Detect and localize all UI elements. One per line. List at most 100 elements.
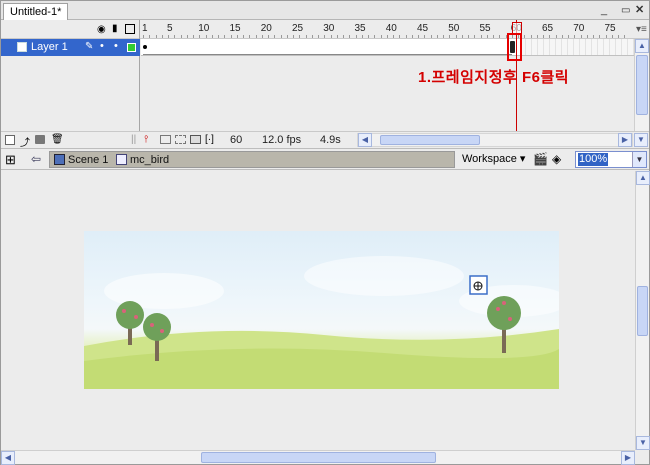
ruler-tick	[143, 35, 144, 38]
stage-hscroll-thumb[interactable]	[201, 452, 436, 463]
layer-name: Layer 1	[31, 41, 68, 53]
ruler-tick	[443, 35, 444, 38]
breadcrumb: Scene 1 mc_bird	[49, 151, 455, 168]
ruler-tick	[536, 35, 538, 38]
folder-icon[interactable]	[35, 135, 45, 144]
stage-scroll-down-icon[interactable]: ▼	[636, 436, 650, 450]
workspace-label: Workspace	[462, 153, 517, 165]
landscape-illustration	[84, 256, 559, 389]
ruler-tick	[274, 35, 276, 38]
edit-bar: ⊞ ⇦ Scene 1 mc_bird Workspace ▾ 🎬 ◈ 100%…	[1, 148, 649, 170]
close-icon[interactable]: ✕	[635, 4, 644, 17]
frame-number: 25	[292, 23, 304, 34]
onion-outline-icon[interactable]	[175, 135, 186, 144]
ruler-tick	[624, 35, 626, 38]
edit-multiple-frames-icon[interactable]	[190, 135, 201, 144]
breadcrumb-symbol[interactable]: mc_bird	[130, 153, 169, 167]
frame-number: 35	[354, 23, 366, 34]
movieclip-icon	[116, 154, 127, 165]
restore-icon[interactable]: ▭	[621, 4, 630, 17]
zoom-value: 100%	[578, 153, 609, 166]
onion-skin-icon[interactable]	[160, 135, 171, 144]
scroll-thumb[interactable]	[636, 55, 648, 115]
motion-guide-icon[interactable]: ⤴	[20, 134, 30, 149]
ruler-tick	[461, 35, 463, 38]
scroll-right-icon[interactable]: ▶	[618, 133, 632, 147]
stage-scroll-right-icon[interactable]: ▶	[621, 451, 635, 465]
ruler-tick	[161, 35, 163, 38]
frame-number: 20	[260, 23, 272, 34]
trash-icon[interactable]: 🗑	[51, 134, 64, 145]
frame-number: 30	[323, 23, 335, 34]
ruler-tick	[418, 35, 419, 38]
keyframe-dot	[143, 45, 147, 49]
stage-scroll-up-icon[interactable]: ▲	[636, 171, 650, 185]
timeline-toggle-icon[interactable]: ⊞	[5, 152, 16, 168]
scroll-left-icon[interactable]: ◀	[358, 133, 372, 147]
layer-row[interactable]: Layer 1 ✎ • •	[1, 39, 140, 56]
empty-frame-cells[interactable]	[520, 39, 634, 55]
visibility-dot[interactable]: •	[100, 38, 104, 55]
ruler-tick	[305, 35, 307, 38]
ruler-tick	[405, 35, 407, 38]
hscroll-thumb[interactable]	[380, 135, 480, 145]
scroll-down-icon[interactable]: ▼	[634, 133, 648, 147]
insert-layer-icon[interactable]	[5, 135, 15, 145]
stage-scroll-left-icon[interactable]: ◀	[1, 451, 15, 465]
ruler-tick	[286, 35, 288, 38]
ruler-tick	[586, 35, 588, 38]
ruler-tick	[493, 35, 494, 38]
lock-dot[interactable]: •	[114, 38, 118, 55]
ruler-tick	[174, 35, 176, 38]
stage-hscrollbar[interactable]: ◀ ▶	[1, 450, 635, 465]
stage-vscroll-thumb[interactable]	[637, 286, 648, 336]
ruler-tick	[543, 35, 544, 38]
zoom-select[interactable]: 100% ▼	[575, 151, 647, 168]
ruler-tick	[343, 35, 344, 38]
ruler-tick	[155, 35, 157, 38]
frame-cells[interactable]	[141, 39, 634, 56]
stage-vscrollbar[interactable]: ▲ ▼	[635, 171, 650, 450]
edit-scene-icon[interactable]: 🎬	[533, 152, 548, 166]
timeline-hscrollbar[interactable]: ◀ ▶	[357, 133, 633, 147]
timeline-status-bar: ⤴ 🗑 || ⫯ [·] 60 12.0 fps 4.9s ◀ ▶ ▼	[1, 131, 649, 149]
ruler-tick	[236, 35, 238, 38]
center-frame-icon[interactable]: ⫯	[144, 134, 148, 145]
ruler-tick	[211, 35, 213, 38]
timeline-vscrollbar[interactable]: ▲	[634, 39, 649, 131]
ruler-tick	[555, 35, 557, 38]
document-tab[interactable]: Untitled-1*	[3, 3, 69, 21]
ruler-tick	[268, 35, 269, 38]
ruler-tick	[411, 35, 413, 38]
ruler-tick	[436, 35, 438, 38]
document-tab-title: Untitled-1*	[10, 6, 62, 18]
ruler-tick	[524, 35, 526, 38]
ruler-tick	[580, 35, 582, 38]
scroll-up-icon[interactable]: ▲	[635, 39, 649, 53]
ruler-tick	[455, 35, 457, 38]
chevron-down-icon[interactable]: ▼	[632, 152, 646, 167]
ruler-tick	[255, 35, 257, 38]
back-arrow-icon[interactable]: ⇦	[31, 152, 41, 166]
layer-color-swatch[interactable]	[127, 43, 136, 52]
cloud	[304, 256, 464, 296]
timeline-menu-icon[interactable]: ▾≡	[636, 24, 647, 35]
frame-number: 50	[448, 23, 460, 34]
ruler-tick	[249, 35, 251, 38]
minimize-icon[interactable]: _	[601, 4, 607, 17]
breadcrumb-scene[interactable]: Scene 1	[68, 153, 108, 167]
pencil-icon: ✎	[85, 41, 94, 52]
ruler-tick	[449, 35, 451, 38]
ruler-tick	[374, 35, 376, 38]
ruler-tick	[605, 35, 607, 38]
edit-symbols-icon[interactable]: ◈	[552, 152, 561, 166]
ruler-tick	[168, 35, 169, 38]
ruler-tick	[368, 35, 369, 38]
frame-ruler[interactable]: 151015202530354045505560657075	[141, 20, 634, 39]
workspace-menu[interactable]: Workspace ▾	[462, 152, 525, 165]
ruler-tick	[336, 35, 338, 38]
ruler-tick	[349, 35, 351, 38]
ruler-tick	[355, 35, 357, 38]
ruler-tick	[611, 35, 613, 38]
onion-markers-icon[interactable]: [·]	[205, 134, 214, 145]
